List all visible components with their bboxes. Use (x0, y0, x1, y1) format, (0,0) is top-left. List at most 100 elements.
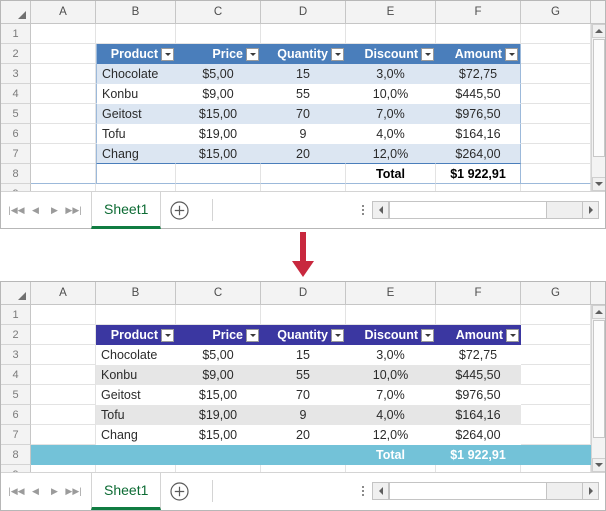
cell-d9-top[interactable] (261, 184, 346, 191)
cell-amount-2-top[interactable]: $445,50 (436, 84, 521, 104)
cell-product-3-top[interactable]: Geitost (96, 104, 176, 124)
sheet-tab-sheet1-top[interactable]: Sheet1 (91, 192, 161, 229)
cell-f9-top[interactable] (436, 184, 521, 191)
cell-discount-2-top[interactable]: 10,0% (346, 84, 436, 104)
table-header-amount-bottom[interactable]: Amount (436, 325, 521, 345)
vertical-scroll-thumb-bottom[interactable] (593, 320, 605, 438)
filter-dropdown-icon-product-bottom[interactable] (161, 329, 174, 342)
cell-g5-top[interactable] (521, 104, 591, 124)
select-all-corner-top[interactable] (1, 1, 31, 23)
cell-b9-top[interactable] (96, 184, 176, 191)
cell-a2-bottom[interactable] (31, 325, 96, 345)
cell-e9-top[interactable] (346, 184, 436, 191)
column-header-a-bottom[interactable]: A (31, 282, 96, 304)
cell-price-3-top[interactable]: $15,00 (176, 104, 261, 124)
total-value-bottom[interactable]: $1 922,91 (436, 445, 521, 465)
row-header-5-top[interactable]: 5 (1, 104, 31, 124)
cell-discount-1-bottom[interactable]: 3,0% (346, 345, 436, 365)
add-sheet-plus-icon-bottom[interactable] (161, 473, 198, 510)
cell-c1-bottom[interactable] (176, 305, 261, 325)
filter-dropdown-icon-price-bottom[interactable] (246, 329, 259, 342)
row-header-7-bottom[interactable]: 7 (1, 425, 31, 445)
horizontal-scroll-thumb-top[interactable] (389, 201, 547, 219)
cell-g3-top[interactable] (521, 64, 591, 84)
first-sheet-icon-top[interactable]: |◀◀ (7, 200, 26, 220)
prev-sheet-icon-top[interactable]: ◀ (26, 200, 45, 220)
cell-product-5-top[interactable]: Chang (96, 144, 176, 164)
cell-discount-5-bottom[interactable]: 12,0% (346, 425, 436, 445)
column-header-d-top[interactable]: D (261, 1, 346, 23)
column-header-e-top[interactable]: E (346, 1, 436, 23)
scroll-left-icon-bottom[interactable] (372, 482, 389, 500)
cell-quantity-2-bottom[interactable]: 55 (261, 365, 346, 385)
cell-discount-1-top[interactable]: 3,0% (346, 64, 436, 84)
table-header-price-bottom[interactable]: Price (176, 325, 261, 345)
cell-price-2-top[interactable]: $9,00 (176, 84, 261, 104)
row-header-7-top[interactable]: 7 (1, 144, 31, 164)
row-header-6-top[interactable]: 6 (1, 124, 31, 144)
first-sheet-icon-bottom[interactable]: |◀◀ (7, 481, 26, 501)
scroll-up-icon-top[interactable] (592, 24, 605, 38)
row-header-1-top[interactable]: 1 (1, 24, 31, 44)
cell-price-5-bottom[interactable]: $15,00 (176, 425, 261, 445)
cell-discount-4-bottom[interactable]: 4,0% (346, 405, 436, 425)
row-header-8-bottom[interactable]: 8 (1, 445, 31, 465)
cell-product-2-bottom[interactable]: Konbu (96, 365, 176, 385)
cell-g7-top[interactable] (521, 144, 591, 164)
cell-a6-top[interactable] (31, 124, 96, 144)
horizontal-scrollbar-top[interactable] (372, 201, 599, 219)
cell-f1-bottom[interactable] (436, 305, 521, 325)
cell-quantity-3-bottom[interactable]: 70 (261, 385, 346, 405)
table-header-product-top[interactable]: Product (96, 44, 176, 64)
cell-quantity-2-top[interactable]: 55 (261, 84, 346, 104)
cell-total-blank-c-bottom[interactable] (176, 445, 261, 465)
cell-product-4-bottom[interactable]: Tofu (96, 405, 176, 425)
column-header-f-bottom[interactable]: F (436, 282, 521, 304)
select-all-corner-bottom[interactable] (1, 282, 31, 304)
filter-dropdown-icon-discount-bottom[interactable] (421, 329, 434, 342)
cell-g6-bottom[interactable] (521, 405, 591, 425)
total-value-top[interactable]: $1 922,91 (436, 164, 521, 184)
cell-a1-top[interactable] (31, 24, 96, 44)
filter-dropdown-icon-amount-bottom[interactable] (506, 329, 519, 342)
cell-quantity-4-bottom[interactable]: 9 (261, 405, 346, 425)
cell-quantity-3-top[interactable]: 70 (261, 104, 346, 124)
row-header-6-bottom[interactable]: 6 (1, 405, 31, 425)
cell-amount-2-bottom[interactable]: $445,50 (436, 365, 521, 385)
table-header-discount-bottom[interactable]: Discount (346, 325, 436, 345)
last-sheet-icon-top[interactable]: ▶▶| (64, 200, 83, 220)
cell-c1-top[interactable] (176, 24, 261, 44)
column-header-a-top[interactable]: A (31, 1, 96, 23)
cell-g8-bottom[interactable] (521, 445, 591, 465)
cell-b1-bottom[interactable] (96, 305, 176, 325)
cell-e9-bottom[interactable] (346, 465, 436, 472)
cell-a8-top[interactable] (31, 164, 96, 184)
cell-product-2-top[interactable]: Konbu (96, 84, 176, 104)
column-header-g-bottom[interactable]: G (521, 282, 591, 304)
filter-dropdown-icon-price-top[interactable] (246, 48, 259, 61)
row-header-2-top[interactable]: 2 (1, 44, 31, 64)
cell-c9-bottom[interactable] (176, 465, 261, 472)
cell-g3-bottom[interactable] (521, 345, 591, 365)
cell-price-4-top[interactable]: $19,00 (176, 124, 261, 144)
column-header-c-top[interactable]: C (176, 1, 261, 23)
cell-total-blank-d-bottom[interactable] (261, 445, 346, 465)
cell-price-3-bottom[interactable]: $15,00 (176, 385, 261, 405)
cell-g2-top[interactable] (521, 44, 591, 64)
cell-amount-4-bottom[interactable]: $164,16 (436, 405, 521, 425)
cell-g1-top[interactable] (521, 24, 591, 44)
cell-price-1-top[interactable]: $5,00 (176, 64, 261, 84)
cell-total-blank-c-top[interactable] (176, 164, 261, 184)
cell-discount-3-bottom[interactable]: 7,0% (346, 385, 436, 405)
prev-sheet-icon-bottom[interactable]: ◀ (26, 481, 45, 501)
scroll-right-icon-top[interactable] (582, 201, 599, 219)
cell-c9-top[interactable] (176, 184, 261, 191)
cell-g4-top[interactable] (521, 84, 591, 104)
cell-a7-top[interactable] (31, 144, 96, 164)
column-header-e-bottom[interactable]: E (346, 282, 436, 304)
cell-e1-bottom[interactable] (346, 305, 436, 325)
cell-product-1-top[interactable]: Chocolate (96, 64, 176, 84)
cell-g6-top[interactable] (521, 124, 591, 144)
cell-g2-bottom[interactable] (521, 325, 591, 345)
cell-quantity-5-top[interactable]: 20 (261, 144, 346, 164)
